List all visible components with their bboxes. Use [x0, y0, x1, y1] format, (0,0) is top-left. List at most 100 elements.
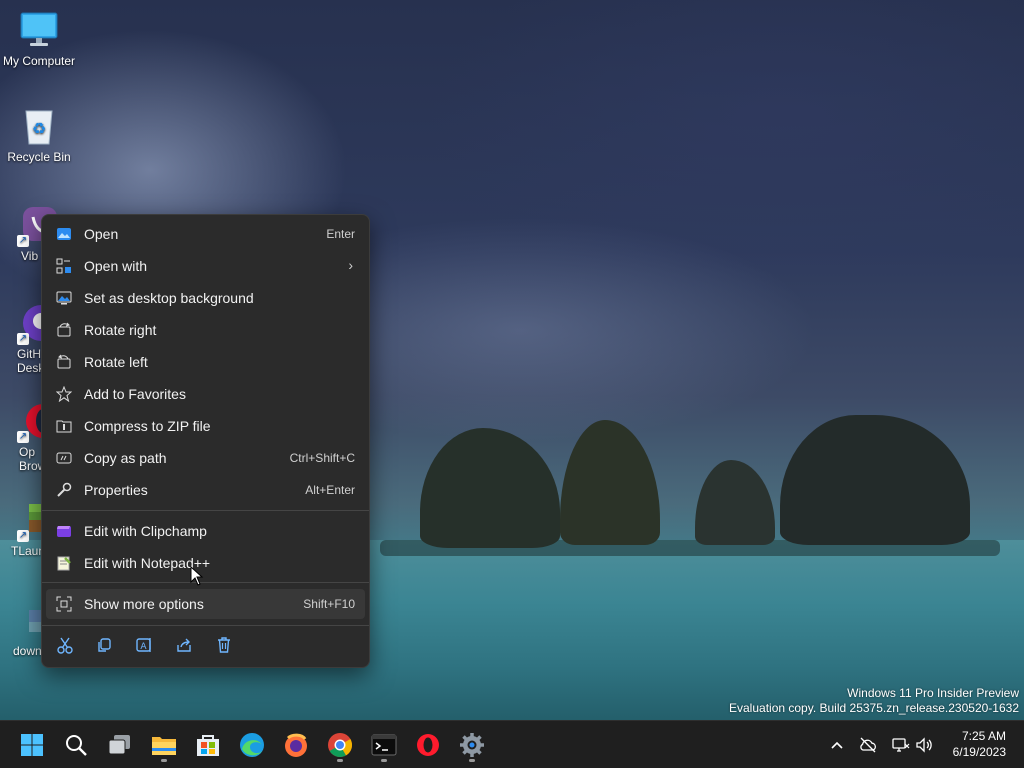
star-icon [55, 385, 73, 403]
menu-item-label: Properties [84, 482, 148, 498]
file-explorer-icon [152, 737, 176, 755]
shortcut-arrow-icon: ↗ [17, 333, 29, 345]
rotate-right-icon [56, 322, 72, 338]
wallpaper-rock [420, 428, 560, 548]
shortcut-arrow-icon: ↗ [17, 431, 29, 443]
desktop-icon-recycle-bin[interactable]: ♻ Recycle Bin [1, 106, 77, 164]
menu-item-label: Set as desktop background [84, 290, 254, 306]
clock-time: 7:25 AM [961, 729, 1006, 743]
onedrive-status-button[interactable] [858, 735, 878, 755]
wallpaper-rock [780, 415, 970, 545]
desktop-background-icon [56, 290, 72, 306]
start-button[interactable] [16, 729, 48, 761]
show-hidden-icons-button[interactable] [827, 735, 847, 755]
context-menu: Open Enter Open with › Set as desktop ba… [41, 214, 370, 668]
clipchamp-icon [56, 523, 72, 539]
running-indicator [469, 759, 475, 762]
taskbar-app-microsoft-store[interactable] [192, 729, 224, 761]
menu-separator [42, 582, 369, 583]
taskbar-app-opera[interactable] [412, 729, 444, 761]
taskbar-app-edge[interactable] [236, 729, 268, 761]
chevron-up-icon [831, 741, 843, 749]
taskbar-app-settings[interactable] [456, 729, 488, 762]
clock-date: 6/19/2023 [952, 745, 1006, 759]
open-with-icon [56, 258, 72, 274]
cloud-offline-icon [860, 737, 876, 753]
cut-icon[interactable] [55, 635, 75, 655]
notepad-plus-plus-icon [56, 555, 72, 571]
menu-item-compress-zip[interactable]: Compress to ZIP file [46, 411, 365, 441]
copy-path-icon [56, 450, 72, 466]
settings-icon [460, 733, 484, 757]
menu-item-label: Rotate right [84, 322, 157, 338]
firefox-icon [285, 733, 307, 757]
menu-item-properties[interactable]: Properties Alt+Enter [46, 475, 365, 505]
evaluation-watermark: Windows 11 Pro Insider Preview Evaluatio… [729, 686, 1019, 716]
image-open-icon [56, 226, 72, 242]
rename-icon[interactable]: A [134, 635, 154, 655]
menu-item-shortcut: Alt+Enter [305, 483, 355, 497]
chrome-icon [328, 733, 353, 758]
menu-item-label: Edit with Clipchamp [84, 523, 207, 539]
menu-item-set-desktop-background[interactable]: Set as desktop background [46, 283, 365, 313]
microsoft-store-icon [197, 735, 219, 756]
rotate-left-icon [56, 354, 72, 370]
menu-item-add-to-favorites[interactable]: Add to Favorites [46, 379, 365, 409]
watermark-line-1: Windows 11 Pro Insider Preview [847, 686, 1019, 700]
menu-item-edit-with-clipchamp[interactable]: Edit with Clipchamp [46, 516, 365, 546]
desktop-icon-label: Recycle Bin [7, 150, 71, 164]
volume-icon [916, 737, 932, 753]
wallpaper-rock [695, 460, 775, 545]
network-icon [892, 738, 910, 752]
taskbar: 7:25 AM 6/19/2023 [0, 720, 1024, 768]
svg-text:A: A [140, 642, 147, 652]
zip-icon [56, 418, 72, 434]
taskbar-search-button[interactable] [60, 729, 92, 761]
start-icon [21, 734, 43, 756]
taskbar-app-file-explorer[interactable] [148, 729, 180, 762]
menu-item-edit-with-notepad-plus-plus[interactable]: Edit with Notepad++ [46, 548, 365, 578]
desktop-icon-my-computer[interactable]: My Computer [1, 10, 77, 68]
menu-separator [42, 625, 369, 626]
share-icon[interactable] [174, 635, 194, 655]
volume-button[interactable] [914, 735, 934, 755]
edge-icon [240, 733, 264, 757]
desktop-icon-label: My Computer [2, 54, 76, 68]
menu-separator [42, 510, 369, 511]
shortcut-arrow-icon: ↗ [17, 530, 29, 542]
running-indicator [161, 759, 167, 762]
taskbar-clock[interactable]: 7:25 AM 6/19/2023 [953, 728, 1006, 760]
watermark-line-2: Evaluation copy. Build 25375.zn_release.… [729, 701, 1019, 715]
menu-item-open-with[interactable]: Open with › [46, 251, 365, 281]
menu-item-copy-as-path[interactable]: Copy as path Ctrl+Shift+C [46, 443, 365, 473]
running-indicator [381, 759, 387, 762]
task-view-button[interactable] [104, 729, 136, 761]
wallpaper-rock [560, 420, 660, 545]
delete-icon[interactable] [214, 635, 234, 655]
menu-item-shortcut: Enter [326, 227, 355, 241]
copy-icon[interactable] [94, 635, 114, 655]
taskbar-app-firefox[interactable] [280, 729, 312, 761]
menu-item-label: Open with [84, 258, 148, 274]
recycle-bin-icon: ♻ [19, 106, 59, 146]
menu-item-label: Open [84, 226, 119, 242]
running-indicator [337, 759, 343, 762]
menu-item-shortcut: Ctrl+Shift+C [289, 451, 355, 465]
monitor-icon [19, 10, 59, 50]
task-view-icon [108, 735, 130, 755]
menu-item-show-more-options[interactable]: Show more options Shift+F10 [46, 589, 365, 619]
wrench-icon [56, 482, 72, 498]
taskbar-app-chrome[interactable] [324, 729, 356, 762]
chevron-right-icon: › [348, 257, 353, 273]
taskbar-app-terminal[interactable] [368, 729, 400, 762]
opera-icon [417, 734, 439, 756]
menu-item-label: Rotate left [84, 354, 148, 370]
network-button[interactable] [890, 735, 910, 755]
menu-item-rotate-right[interactable]: Rotate right [46, 315, 365, 345]
terminal-icon [371, 734, 397, 756]
menu-item-label: Add to Favorites [84, 386, 186, 402]
menu-item-rotate-left[interactable]: Rotate left [46, 347, 365, 377]
menu-item-open[interactable]: Open Enter [46, 219, 365, 249]
svg-text:♻: ♻ [32, 119, 46, 138]
more-options-icon [56, 596, 72, 612]
